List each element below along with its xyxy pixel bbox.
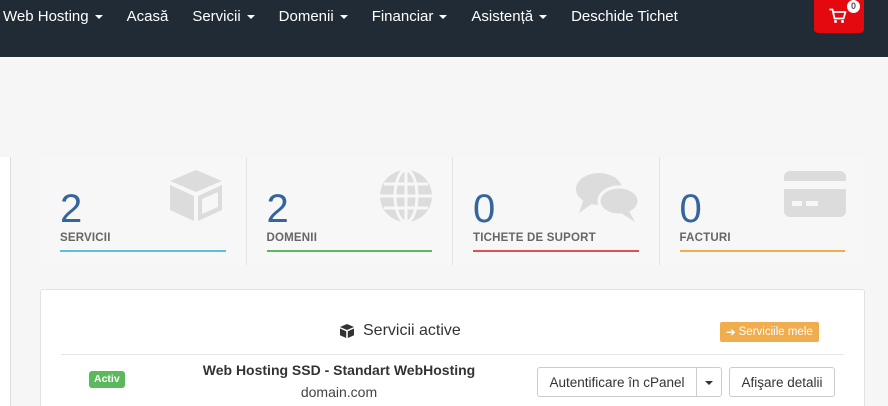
caret-down-icon	[339, 14, 348, 19]
cube-icon	[170, 170, 222, 221]
tile-facturi[interactable]: 0 FACTURI	[659, 157, 865, 265]
nav-financiar[interactable]: Financiar	[372, 8, 448, 25]
tile-tichete[interactable]: 0 TICHETE DE SUPORT	[453, 157, 660, 265]
cart-icon	[829, 8, 847, 23]
domenii-bar	[266, 250, 432, 252]
facturi-count: 0	[679, 187, 702, 231]
tichete-bar	[473, 250, 639, 252]
servicii-bar	[60, 250, 226, 252]
cart-button[interactable]: 0	[814, 0, 864, 33]
top-navbar: Web Hosting Acasă Servicii Domenii Finan…	[0, 0, 888, 57]
my-services-button[interactable]: ➔ Serviciile mele	[720, 322, 819, 342]
nav-acasa[interactable]: Acasă	[127, 8, 169, 25]
cube-icon	[340, 324, 354, 338]
service-name[interactable]: Web Hosting SSD - Standart WebHosting	[151, 362, 527, 378]
domenii-label: DOMENII	[266, 232, 318, 244]
caret-down-icon	[94, 14, 103, 19]
globe-icon	[379, 168, 432, 224]
nav-asistenta[interactable]: Asistență	[471, 8, 548, 25]
tile-domenii[interactable]: 2 DOMENII	[246, 157, 453, 265]
caret-down-icon	[705, 380, 713, 385]
caret-down-icon	[539, 14, 548, 19]
status-badge: Activ	[89, 371, 125, 388]
servicii-label: SERVICII	[60, 232, 111, 244]
view-details-button[interactable]: Afişare detalii	[729, 367, 835, 397]
cart-count-badge: 0	[847, 0, 860, 13]
nav-web-hosting[interactable]: Web Hosting	[3, 8, 103, 25]
tichete-label: TICHETE DE SUPORT	[473, 232, 596, 244]
facturi-label: FACTURI	[679, 232, 731, 244]
comments-icon	[576, 173, 641, 222]
nav-domenii[interactable]: Domenii	[279, 8, 348, 25]
active-services-panel: Servicii active ➔ Serviciile mele Activ …	[40, 289, 865, 406]
tichete-count: 0	[473, 187, 496, 231]
service-domain: domain.com	[300, 384, 378, 400]
tile-servicii[interactable]: 2 SERVICII	[40, 157, 247, 265]
credit-card-icon	[783, 171, 846, 217]
domenii-count: 2	[266, 187, 289, 231]
cpanel-dropdown-toggle[interactable]	[696, 367, 722, 397]
arrow-right-icon: ➔	[726, 327, 736, 339]
caret-down-icon	[439, 14, 448, 19]
nav-deschide-tichet[interactable]: Deschide Tichet	[571, 8, 678, 25]
servicii-count: 2	[60, 187, 83, 231]
divider	[61, 354, 844, 355]
nav-servicii[interactable]: Servicii	[192, 8, 255, 25]
main-nav: Web Hosting Acasă Servicii Domenii Finan…	[0, 0, 702, 32]
panel-title: Servicii active	[339, 322, 461, 340]
caret-down-icon	[246, 14, 255, 19]
facturi-bar	[679, 250, 845, 252]
cpanel-login-button[interactable]: Autentificare în cPanel	[537, 367, 697, 397]
sidebar-panel	[0, 157, 11, 406]
stats-tiles: 2 SERVICII 2 DOMENII 0 TICHETE DE SUPORT	[40, 157, 865, 265]
